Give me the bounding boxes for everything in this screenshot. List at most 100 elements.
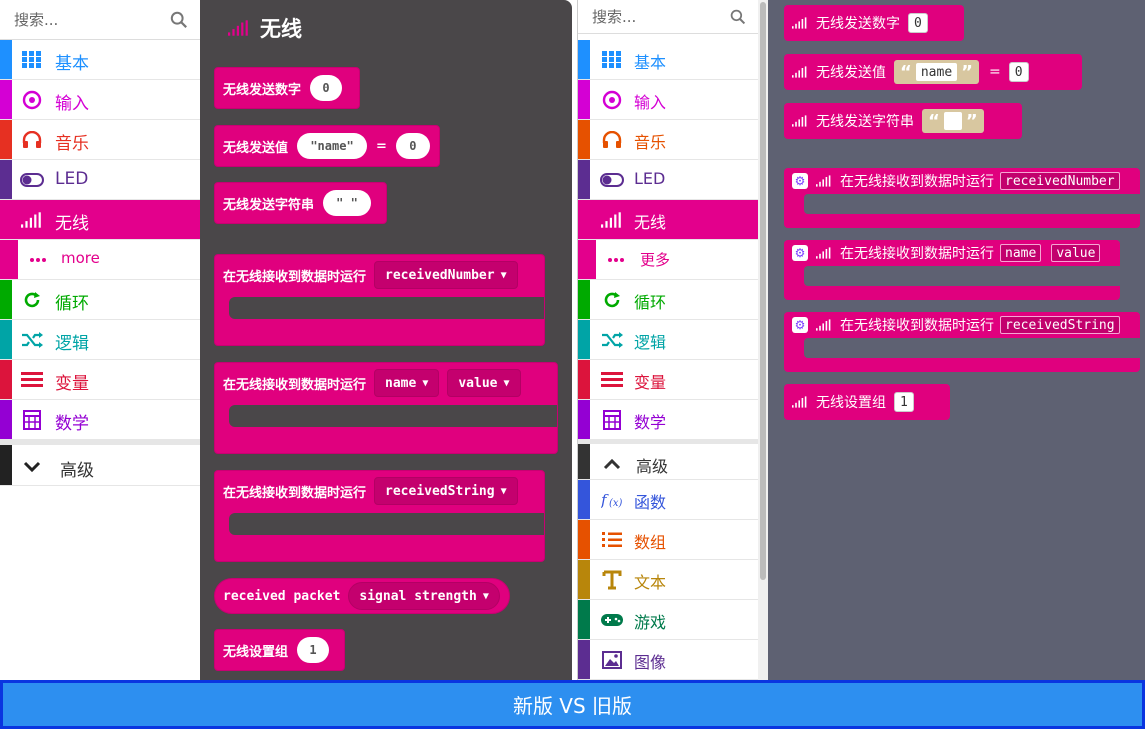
ws-block-set-group[interactable]: 无线设置组 1 xyxy=(784,384,950,420)
block-on-received-string[interactable]: 在无线接收到数据时运行 receivedString ▼ xyxy=(214,470,545,562)
block-on-received-value[interactable]: 在无线接收到数据时运行 name ▼ value ▼ xyxy=(214,362,558,454)
block-label: 在无线接收到数据时运行 xyxy=(223,377,367,393)
category-label: 循环 xyxy=(55,294,89,314)
string-value xyxy=(943,112,962,130)
category-color-bar xyxy=(0,240,18,279)
search-box[interactable]: 搜索... xyxy=(578,0,758,34)
param-variable-value[interactable]: value xyxy=(1051,244,1101,262)
category-color-bar xyxy=(578,640,590,679)
new-category-1[interactable]: 输入 xyxy=(0,80,200,120)
search-input[interactable]: 搜索... xyxy=(14,9,58,30)
block-received-packet[interactable]: received packet signal strength ▼ xyxy=(214,578,510,614)
number-input[interactable]: 0 xyxy=(310,75,343,101)
signal-icon xyxy=(792,396,808,408)
param-dropdown-value[interactable]: value ▼ xyxy=(447,369,521,397)
number-input[interactable]: 0 xyxy=(908,13,928,33)
new-category-3[interactable]: LED xyxy=(0,160,200,200)
value-input[interactable]: 0 xyxy=(1008,62,1029,82)
block-send-string[interactable]: 无线发送字符串 " " xyxy=(214,182,387,224)
toolbox-scrollbar[interactable] xyxy=(758,0,768,680)
old-category-7[interactable]: 逻辑 xyxy=(578,320,758,360)
ws-block-on-received-number[interactable]: ⚙ 在无线接收到数据时运行 receivedNumber xyxy=(784,168,1140,228)
category-label: 图像 xyxy=(634,653,667,672)
old-category-2[interactable]: 音乐 xyxy=(578,120,758,160)
category-label: 高级 xyxy=(636,457,669,476)
search-icon[interactable] xyxy=(170,11,188,29)
gear-icon[interactable]: ⚙ xyxy=(792,317,808,333)
block-send-value[interactable]: 无线发送值 "name" = 0 xyxy=(214,125,440,167)
block-set-group[interactable]: 无线设置组 1 xyxy=(214,629,345,671)
search-icon[interactable] xyxy=(730,9,746,25)
ws-block-send-number[interactable]: 无线发送数字 0 xyxy=(784,5,964,41)
signal-icon xyxy=(600,209,624,231)
old-category-11[interactable]: f (x) 函数 xyxy=(578,480,758,520)
old-category-0[interactable]: 基本 xyxy=(578,40,758,80)
signal-icon xyxy=(792,115,808,127)
dropdown-label: receivedString xyxy=(385,483,495,499)
old-category-3[interactable]: LED xyxy=(578,160,758,200)
param-variable[interactable]: receivedNumber xyxy=(1000,172,1120,190)
new-category-2[interactable]: 音乐 xyxy=(0,120,200,160)
block-send-number[interactable]: 无线发送数字 0 xyxy=(214,67,360,109)
old-category-13[interactable]: 文本 xyxy=(578,560,758,600)
new-category-0[interactable]: 基本 xyxy=(0,40,200,80)
ws-block-send-value[interactable]: 无线发送值 “name” = 0 xyxy=(784,54,1082,90)
chevron-down-icon xyxy=(20,456,44,478)
old-category-6[interactable]: 循环 xyxy=(578,280,758,320)
category-label: 基本 xyxy=(55,54,89,74)
old-category-1[interactable]: 输入 xyxy=(578,80,758,120)
search-box[interactable]: 搜索... xyxy=(0,0,200,40)
old-category-14[interactable]: 游戏 xyxy=(578,600,758,640)
packet-property-dropdown[interactable]: signal strength ▼ xyxy=(348,582,500,610)
param-dropdown-name[interactable]: name ▼ xyxy=(374,369,440,397)
category-label: 输入 xyxy=(634,93,667,112)
old-category-15[interactable]: 图像 xyxy=(578,640,758,680)
old-category-4[interactable]: 无线 xyxy=(578,200,758,240)
string-input[interactable]: " " xyxy=(323,190,372,216)
param-dropdown[interactable]: receivedNumber ▼ xyxy=(374,261,518,289)
scrollbar-thumb[interactable] xyxy=(760,2,766,580)
name-string-input[interactable]: “name” xyxy=(894,60,979,84)
category-color-bar xyxy=(578,360,590,399)
category-label: 无线 xyxy=(55,214,89,234)
new-category-4[interactable]: 无线 xyxy=(0,200,200,240)
comparison-banner: 新版 VS 旧版 xyxy=(0,680,1145,729)
new-category-6[interactable]: 循环 xyxy=(0,280,200,320)
new-category-5[interactable]: more xyxy=(0,240,200,280)
old-category-9[interactable]: 数学 xyxy=(578,400,758,440)
gear-icon[interactable]: ⚙ xyxy=(792,245,808,261)
group-input[interactable]: 1 xyxy=(894,392,914,412)
param-variable-name[interactable]: name xyxy=(1000,244,1042,262)
old-category-8[interactable]: 变量 xyxy=(578,360,758,400)
ws-block-on-received-string[interactable]: ⚙ 在无线接收到数据时运行 receivedString xyxy=(784,312,1140,372)
new-category-10[interactable]: 高级 xyxy=(0,440,200,486)
param-dropdown[interactable]: receivedString ▼ xyxy=(374,477,518,505)
ws-block-on-received-value[interactable]: ⚙ 在无线接收到数据时运行 name value xyxy=(784,240,1120,300)
category-color-bar xyxy=(0,200,12,239)
block-label: 无线设置组 xyxy=(223,644,289,660)
shuffle-icon xyxy=(600,329,624,351)
new-toolbox: 搜索... 基本输入音乐 LED 无线 more 循环逻辑 变量 数学 高级 xyxy=(0,0,200,680)
new-category-8[interactable]: 变量 xyxy=(0,360,200,400)
param-variable[interactable]: receivedString xyxy=(1000,316,1120,334)
ws-block-send-string[interactable]: 无线发送字符串 “” xyxy=(784,103,1022,139)
toggle-icon xyxy=(600,169,624,191)
gear-icon[interactable]: ⚙ xyxy=(792,173,808,189)
value-input[interactable]: 0 xyxy=(395,133,430,159)
name-input[interactable]: "name" xyxy=(297,133,368,159)
group-input[interactable]: 1 xyxy=(297,637,330,663)
old-category-12[interactable]: 数组 xyxy=(578,520,758,560)
search-input[interactable]: 搜索... xyxy=(592,6,636,27)
category-color-bar xyxy=(578,444,590,479)
image-icon xyxy=(600,649,624,671)
old-category-10[interactable]: 高级 xyxy=(578,440,758,480)
category-label: 输入 xyxy=(55,94,89,114)
target-icon xyxy=(20,89,44,111)
category-label: 基本 xyxy=(634,53,667,72)
old-category-5[interactable]: 更多 xyxy=(578,240,758,280)
new-category-7[interactable]: 逻辑 xyxy=(0,320,200,360)
new-category-9[interactable]: 数学 xyxy=(0,400,200,440)
category-color-bar xyxy=(0,280,12,319)
block-on-received-number[interactable]: 在无线接收到数据时运行 receivedNumber ▼ xyxy=(214,254,545,346)
string-input[interactable]: “” xyxy=(922,109,984,133)
